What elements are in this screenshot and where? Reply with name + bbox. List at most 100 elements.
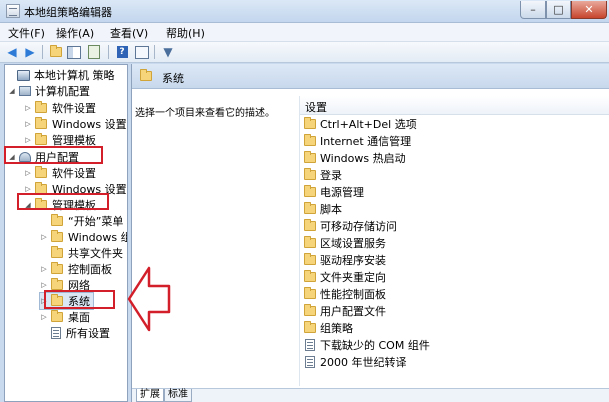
computer-icon xyxy=(17,69,30,81)
list-item[interactable]: 脚本 xyxy=(302,200,342,217)
tree-item-system[interactable]: ▷ 系统 xyxy=(39,292,94,310)
setting-icon xyxy=(305,338,315,351)
toolbar-separator xyxy=(42,45,43,59)
collapse-arrow-icon[interactable]: ◢ xyxy=(24,201,32,209)
show-hide-tree-icon[interactable] xyxy=(66,44,82,60)
up-folder-icon[interactable] xyxy=(48,44,64,60)
forward-icon[interactable]: ▶ xyxy=(22,44,38,60)
tree-item-all-settings[interactable]: 所有设置 xyxy=(40,325,110,341)
folder-icon xyxy=(35,166,47,178)
expand-arrow-icon[interactable]: ▷ xyxy=(24,136,32,144)
list-item[interactable]: Windows 热启动 xyxy=(302,149,406,166)
folder-icon xyxy=(51,310,63,322)
computer-icon xyxy=(19,86,31,96)
list-item[interactable]: 文件夹重定向 xyxy=(302,268,386,285)
collapse-arrow-icon[interactable]: ◢ xyxy=(8,153,16,161)
menu-view[interactable]: 查看(V) xyxy=(110,25,148,41)
tree-item-local-computer-policy[interactable]: 本地计算机 策略 xyxy=(6,67,115,83)
expand-arrow-icon[interactable]: ▷ xyxy=(24,169,32,177)
tree-item-shared-folders[interactable]: 共享文件夹 xyxy=(40,245,123,261)
tree-item-admin-templates[interactable]: ▷ 管理模板 xyxy=(24,132,96,148)
tree-item-start-menu[interactable]: “开始”菜单 xyxy=(40,213,123,229)
toolbar-separator xyxy=(154,45,155,59)
folder-icon xyxy=(304,184,316,197)
red-arrow-icon xyxy=(127,266,171,332)
list-item[interactable]: 2000 年世纪转译 xyxy=(302,353,407,370)
expand-arrow-icon[interactable]: ▷ xyxy=(24,120,32,128)
menu-action[interactable]: 操作(A) xyxy=(56,25,94,41)
menu-file[interactable]: 文件(F) xyxy=(8,25,45,41)
list-item[interactable]: 用户配置文件 xyxy=(302,302,386,319)
tree-pane: 本地计算机 策略 ◢ 计算机配置 ▷ 软件设置 ▷ Windows 设置 ▷ 管… xyxy=(4,64,128,402)
list-item[interactable]: 下载缺少的 COM 组件 xyxy=(302,336,430,353)
list-item[interactable]: 电源管理 xyxy=(302,183,364,200)
tree-item-user-software-settings[interactable]: ▷ 软件设置 xyxy=(24,165,96,181)
tree-item-software-settings[interactable]: ▷ 软件设置 xyxy=(24,100,96,116)
menu-bar: 文件(F) 操作(A) 查看(V) 帮助(H) xyxy=(0,23,609,42)
close-button[interactable]: ✕ xyxy=(571,1,607,19)
list-item[interactable]: 区域设置服务 xyxy=(302,234,386,251)
back-icon[interactable]: ◀ xyxy=(4,44,20,60)
expand-arrow-icon[interactable]: ▷ xyxy=(40,313,48,321)
tree-item-user-config[interactable]: ◢ 用户配置 xyxy=(8,149,79,165)
expand-arrow-icon[interactable]: ▷ xyxy=(40,233,48,241)
user-icon xyxy=(19,152,31,162)
folder-icon xyxy=(304,150,316,163)
expand-arrow-icon[interactable]: ▷ xyxy=(40,265,48,273)
filter-icon[interactable]: ▼ xyxy=(160,44,176,60)
folder-open-icon xyxy=(35,198,47,210)
details-header: 系统 xyxy=(132,64,609,89)
folder-icon xyxy=(304,269,316,282)
view-tabs: 扩展 标准 xyxy=(132,388,609,402)
menu-help[interactable]: 帮助(H) xyxy=(166,25,205,41)
folder-icon xyxy=(51,294,63,306)
folder-icon xyxy=(51,246,63,258)
tree-item-desktop[interactable]: ▷ 桌面 xyxy=(40,309,90,325)
help-icon[interactable]: ? xyxy=(114,44,130,60)
tree-item-user-windows-settings[interactable]: ▷ Windows 设置 xyxy=(24,181,127,197)
settings-list: 设置 Ctrl+Alt+Del 选项 Internet 通信管理 Windows… xyxy=(299,96,609,386)
maximize-button[interactable]: □ xyxy=(546,1,571,19)
list-item[interactable]: 驱动程序安装 xyxy=(302,251,386,268)
folder-icon xyxy=(140,69,152,81)
list-item[interactable]: 组策略 xyxy=(302,319,353,336)
tab-standard[interactable]: 标准 xyxy=(164,389,192,402)
folder-icon xyxy=(51,230,63,242)
expand-arrow-icon[interactable]: ▷ xyxy=(40,297,48,305)
minimize-button[interactable]: – xyxy=(520,1,546,19)
folder-icon xyxy=(35,182,47,194)
expand-arrow-icon[interactable]: ▷ xyxy=(40,281,48,289)
folder-icon xyxy=(304,320,316,333)
tree-item-network[interactable]: ▷ 网络 xyxy=(40,277,90,293)
folder-icon xyxy=(304,252,316,265)
window-title: 本地组策略编辑器 xyxy=(24,6,112,19)
description-text: 选择一个项目来查看它的描述。 xyxy=(135,108,275,119)
list-item[interactable]: 性能控制面板 xyxy=(302,285,386,302)
properties-icon[interactable] xyxy=(134,44,150,60)
column-header-setting[interactable]: 设置 xyxy=(300,96,609,115)
expand-arrow-icon[interactable]: ▷ xyxy=(24,185,32,193)
tree-item-control-panel[interactable]: ▷ 控制面板 xyxy=(40,261,112,277)
tree-item-user-admin-templates[interactable]: ◢ 管理模板 xyxy=(24,197,96,213)
details-pane: 系统 选择一个项目来查看它的描述。 设置 Ctrl+Alt+Del 选项 Int… xyxy=(131,64,609,402)
tab-extended[interactable]: 扩展 xyxy=(136,389,164,402)
folder-icon xyxy=(304,286,316,299)
tree-item-windows-components[interactable]: ▷ Windows 组件 xyxy=(40,229,127,245)
toolbar: ◀ ▶ ? ▼ xyxy=(0,42,609,63)
folder-icon xyxy=(51,262,63,274)
folder-icon xyxy=(35,133,47,145)
app-icon xyxy=(6,4,20,18)
list-item[interactable]: Ctrl+Alt+Del 选项 xyxy=(302,115,417,132)
tree-item-windows-settings[interactable]: ▷ Windows 设置 xyxy=(24,116,127,132)
expand-arrow-icon[interactable]: ▷ xyxy=(24,104,32,112)
export-list-icon[interactable] xyxy=(86,44,102,60)
tree-item-computer-config[interactable]: ◢ 计算机配置 xyxy=(8,83,90,99)
list-item[interactable]: Internet 通信管理 xyxy=(302,132,411,149)
folder-icon xyxy=(35,101,47,113)
folder-icon xyxy=(304,201,316,214)
list-item[interactable]: 可移动存储访问 xyxy=(302,217,397,234)
list-item[interactable]: 登录 xyxy=(302,166,342,183)
setting-icon xyxy=(305,355,315,368)
collapse-arrow-icon[interactable]: ◢ xyxy=(8,87,16,95)
folder-icon xyxy=(304,133,316,146)
